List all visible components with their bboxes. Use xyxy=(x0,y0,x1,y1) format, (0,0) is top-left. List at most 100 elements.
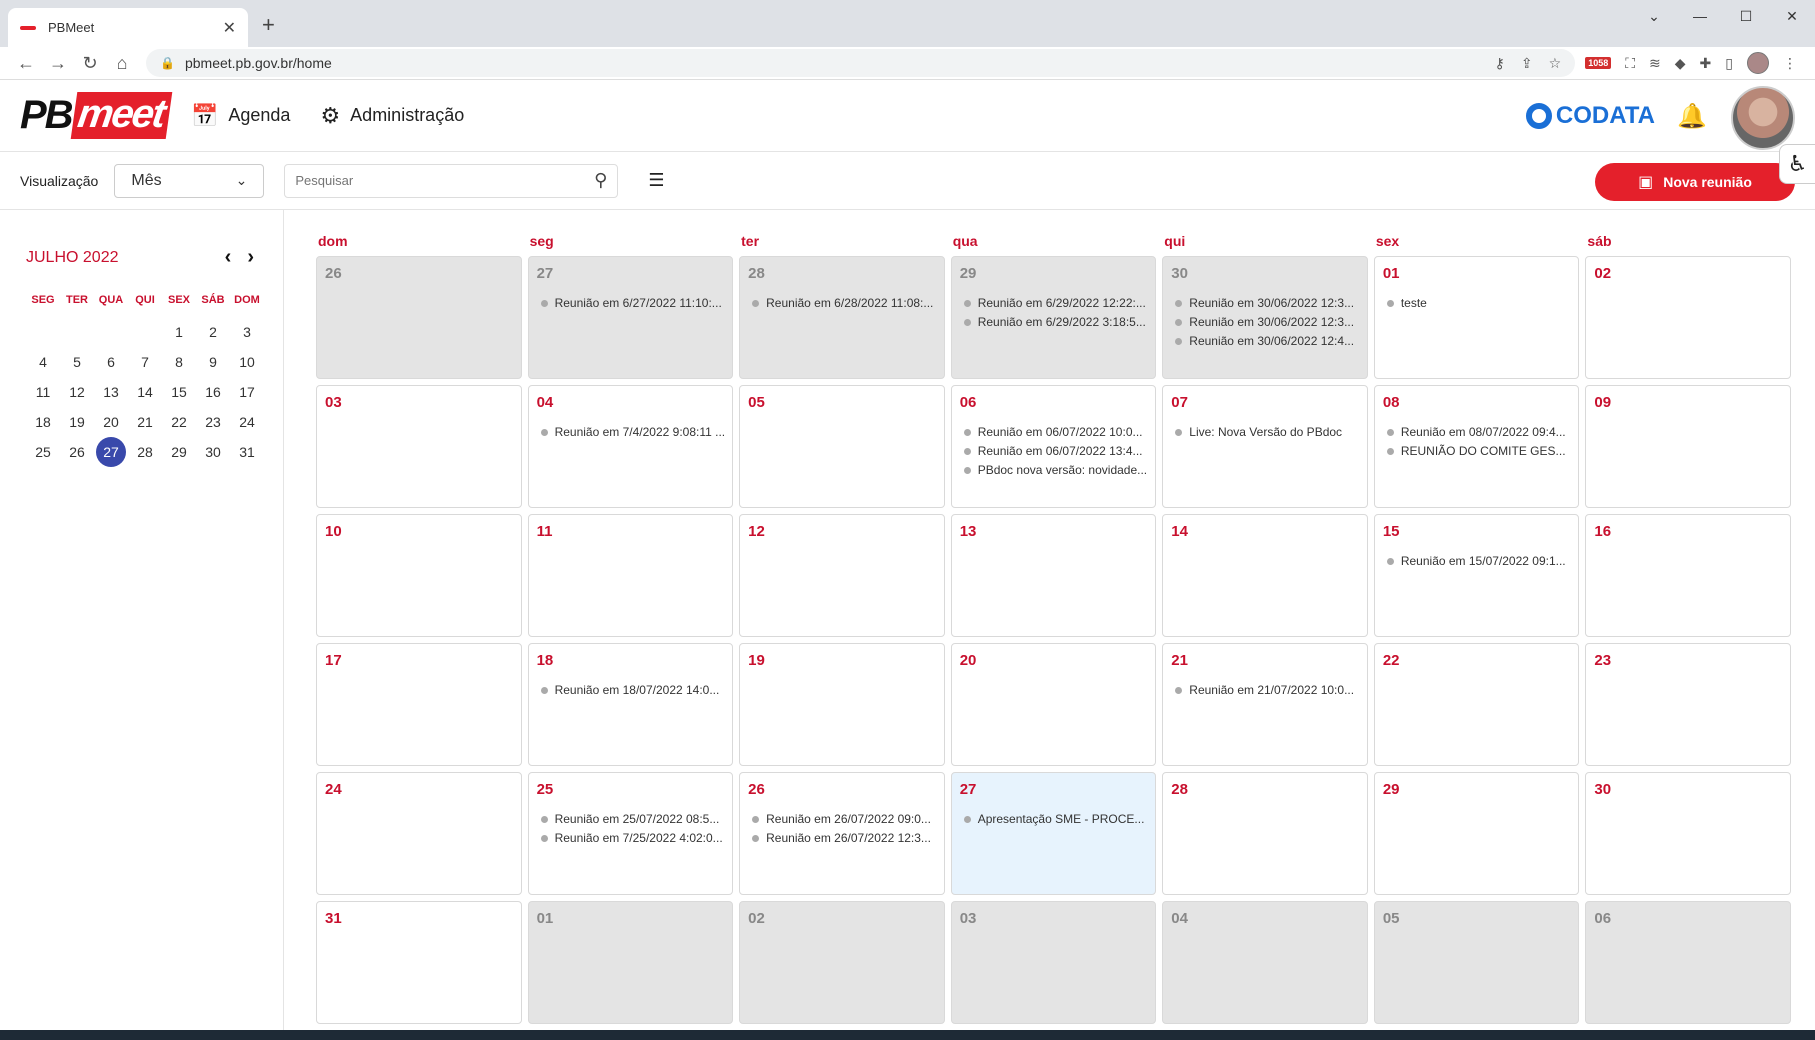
calendar-event[interactable]: Reunião em 30/06/2022 12:3... xyxy=(1171,313,1359,332)
calendar-event[interactable]: PBdoc nova versão: novidade... xyxy=(960,461,1148,480)
profile-avatar[interactable] xyxy=(1747,52,1769,74)
calendar-event[interactable]: Apresentação SME - PROCE... xyxy=(960,810,1148,829)
minimize-icon[interactable]: — xyxy=(1677,0,1723,32)
day-cell[interactable]: 30 xyxy=(1585,772,1791,895)
day-cell[interactable]: 17 xyxy=(316,643,522,766)
mini-day[interactable]: 29 xyxy=(162,439,196,465)
day-cell[interactable]: 28 xyxy=(1162,772,1368,895)
day-cell[interactable]: 21 Reunião em 21/07/2022 10:0... xyxy=(1162,643,1368,766)
mini-day[interactable]: 15 xyxy=(162,379,196,405)
nav-agenda[interactable]: 📅 Agenda xyxy=(191,103,290,129)
day-cell[interactable]: 05 xyxy=(1373,901,1580,1024)
puzzle-extensions-icon[interactable]: ✚ xyxy=(1700,55,1712,72)
calendar-event[interactable]: REUNIÃO DO COMITE GES... xyxy=(1383,442,1571,461)
mini-day[interactable]: 13 xyxy=(94,379,128,405)
mini-day[interactable]: 26 xyxy=(60,439,94,465)
day-cell[interactable]: 12 xyxy=(739,514,945,637)
fox-extension-icon[interactable]: ◆ xyxy=(1675,55,1686,72)
day-cell[interactable]: 14 xyxy=(1162,514,1368,637)
calendar-event[interactable]: Reunião em 26/07/2022 09:0... xyxy=(748,810,936,829)
mini-day[interactable]: 6 xyxy=(94,349,128,375)
day-cell[interactable]: 07 Live: Nova Versão do PBdoc xyxy=(1162,385,1368,508)
day-cell[interactable]: 10 xyxy=(316,514,522,637)
lock-icon[interactable]: 🔒 xyxy=(160,56,175,70)
day-cell[interactable]: 23 xyxy=(1585,643,1791,766)
screenshot-extension-icon[interactable]: ⛶ xyxy=(1625,55,1635,72)
calendar-event[interactable]: Reunião em 7/4/2022 9:08:11 ... xyxy=(537,423,725,442)
day-cell[interactable]: 04 Reunião em 7/4/2022 9:08:11 ... xyxy=(527,385,734,508)
day-cell[interactable]: 24 xyxy=(316,772,522,895)
day-cell[interactable]: 29 Reunião em 6/29/2022 12:22:... Reunião … xyxy=(950,256,1157,379)
calendar-event[interactable]: Live: Nova Versão do PBdoc xyxy=(1171,423,1359,442)
calendar-event[interactable]: Reunião em 06/07/2022 10:0... xyxy=(960,423,1148,442)
day-cell[interactable]: 26 xyxy=(316,256,522,379)
filter-icon[interactable]: ☰ xyxy=(648,170,664,191)
calendar-event[interactable]: Reunião em 6/29/2022 12:22:... xyxy=(960,294,1148,313)
calendar-event[interactable]: Reunião em 08/07/2022 09:4... xyxy=(1383,423,1571,442)
day-cell[interactable]: 06 xyxy=(1585,901,1791,1024)
mini-day[interactable]: 7 xyxy=(128,349,162,375)
mini-day[interactable]: 21 xyxy=(128,409,162,435)
address-bar[interactable]: 🔒 pbmeet.pb.gov.br/home ⚷ ⇪ ☆ xyxy=(146,49,1576,77)
extension-icon[interactable]: ≋ xyxy=(1649,55,1661,72)
day-cell-today[interactable]: 27 Apresentação SME - PROCE... xyxy=(950,772,1157,895)
calendar-event[interactable]: Reunião em 7/25/2022 4:02:0... xyxy=(537,829,725,848)
calendar-event[interactable]: teste xyxy=(1383,294,1571,313)
mini-day[interactable]: 8 xyxy=(162,349,196,375)
sidepanel-icon[interactable]: ▯ xyxy=(1725,55,1733,72)
day-cell[interactable]: 28 Reunião em 6/28/2022 11:08:... xyxy=(739,256,945,379)
calendar-event[interactable]: Reunião em 18/07/2022 14:0... xyxy=(537,681,725,700)
day-cell[interactable]: 01 xyxy=(527,901,734,1024)
day-cell[interactable]: 19 xyxy=(739,643,945,766)
mini-day[interactable]: 22 xyxy=(162,409,196,435)
close-window-icon[interactable]: ✕ xyxy=(1769,0,1815,32)
day-cell[interactable]: 22 xyxy=(1373,643,1580,766)
home-icon[interactable]: ⌂ xyxy=(106,53,138,74)
prev-month-icon[interactable]: ‹ xyxy=(225,246,232,269)
mini-day[interactable]: 3 xyxy=(230,319,264,345)
reload-icon[interactable]: ↻ xyxy=(74,53,106,74)
mini-day[interactable]: 28 xyxy=(128,439,162,465)
day-cell[interactable]: 18 Reunião em 18/07/2022 14:0... xyxy=(527,643,734,766)
pbmeet-logo[interactable]: PB meet xyxy=(20,92,173,139)
key-icon[interactable]: ⚷ xyxy=(1495,55,1505,72)
day-cell[interactable]: 03 xyxy=(950,901,1157,1024)
mini-day[interactable]: 1 xyxy=(162,319,196,345)
view-select[interactable]: Mês ⌄ xyxy=(114,163,265,198)
mini-day[interactable]: 17 xyxy=(230,379,264,405)
gmail-extension-badge[interactable]: 1058 xyxy=(1585,57,1612,69)
accessibility-icon[interactable]: ♿ xyxy=(1779,144,1815,184)
nav-administracao[interactable]: ⚙ Administração xyxy=(320,103,464,129)
bookmark-star-icon[interactable]: ☆ xyxy=(1549,55,1562,72)
day-cell[interactable]: 15 Reunião em 15/07/2022 09:1... xyxy=(1373,514,1580,637)
close-tab-icon[interactable]: ✕ xyxy=(223,18,236,38)
day-cell[interactable]: 26 Reunião em 26/07/2022 09:0... Reunião e… xyxy=(739,772,945,895)
calendar-event[interactable]: Reunião em 30/06/2022 12:3... xyxy=(1171,294,1359,313)
day-cell[interactable]: 20 xyxy=(950,643,1157,766)
mini-day[interactable]: 25 xyxy=(26,439,60,465)
calendar-event[interactable]: Reunião em 21/07/2022 10:0... xyxy=(1171,681,1359,700)
calendar-event[interactable]: Reunião em 6/27/2022 11:10:... xyxy=(537,294,725,313)
search-box[interactable]: ⚲ xyxy=(284,163,619,198)
day-cell[interactable]: 16 xyxy=(1585,514,1791,637)
user-avatar[interactable] xyxy=(1731,86,1795,150)
day-cell[interactable]: 25 Reunião em 25/07/2022 08:5... Reunião e… xyxy=(527,772,734,895)
day-cell[interactable]: 01 teste xyxy=(1373,256,1580,379)
mini-day[interactable]: 19 xyxy=(60,409,94,435)
mini-day-today[interactable]: 27 xyxy=(96,437,126,467)
mini-day[interactable]: 12 xyxy=(60,379,94,405)
mini-day[interactable]: 4 xyxy=(26,349,60,375)
mini-day[interactable]: 5 xyxy=(60,349,94,375)
new-meeting-button[interactable]: ▣ Nova reunião xyxy=(1595,163,1795,201)
new-tab-button[interactable]: + xyxy=(262,12,275,38)
mini-day[interactable]: 14 xyxy=(128,379,162,405)
day-cell[interactable]: 02 xyxy=(1585,256,1791,379)
day-cell[interactable]: 08 Reunião em 08/07/2022 09:4... REUNIÃO D… xyxy=(1373,385,1580,508)
day-cell[interactable]: 11 xyxy=(527,514,734,637)
maximize-icon[interactable]: ☐ xyxy=(1723,0,1769,32)
mini-day[interactable]: 24 xyxy=(230,409,264,435)
day-cell[interactable]: 06 Reunião em 06/07/2022 10:0... Reunião e… xyxy=(950,385,1157,508)
calendar-event[interactable]: Reunião em 30/06/2022 12:4... xyxy=(1171,332,1359,351)
mini-day[interactable]: 23 xyxy=(196,409,230,435)
calendar-event[interactable]: Reunião em 6/29/2022 3:18:5... xyxy=(960,313,1148,332)
